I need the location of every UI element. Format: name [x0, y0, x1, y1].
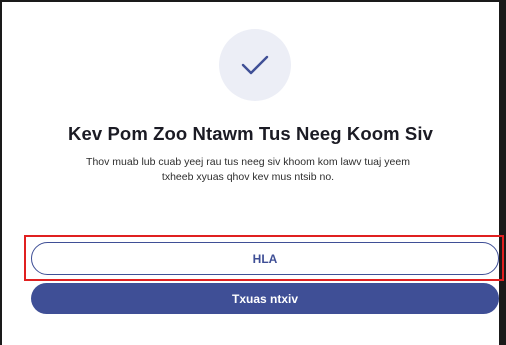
checkmark-icon: [241, 55, 269, 75]
success-badge: [219, 29, 291, 101]
hla-button[interactable]: HLA: [31, 242, 499, 275]
dialog-description: Thov muab lub cuab yeej rau tus neeg siv…: [86, 156, 410, 183]
continue-button[interactable]: Txuas ntxiv: [31, 283, 499, 314]
consent-dialog: Kev Pom Zoo Ntawm Tus Neeg Koom Siv Thov…: [0, 0, 506, 345]
dialog-title: Kev Pom Zoo Ntawm Tus Neeg Koom Siv: [68, 123, 433, 144]
